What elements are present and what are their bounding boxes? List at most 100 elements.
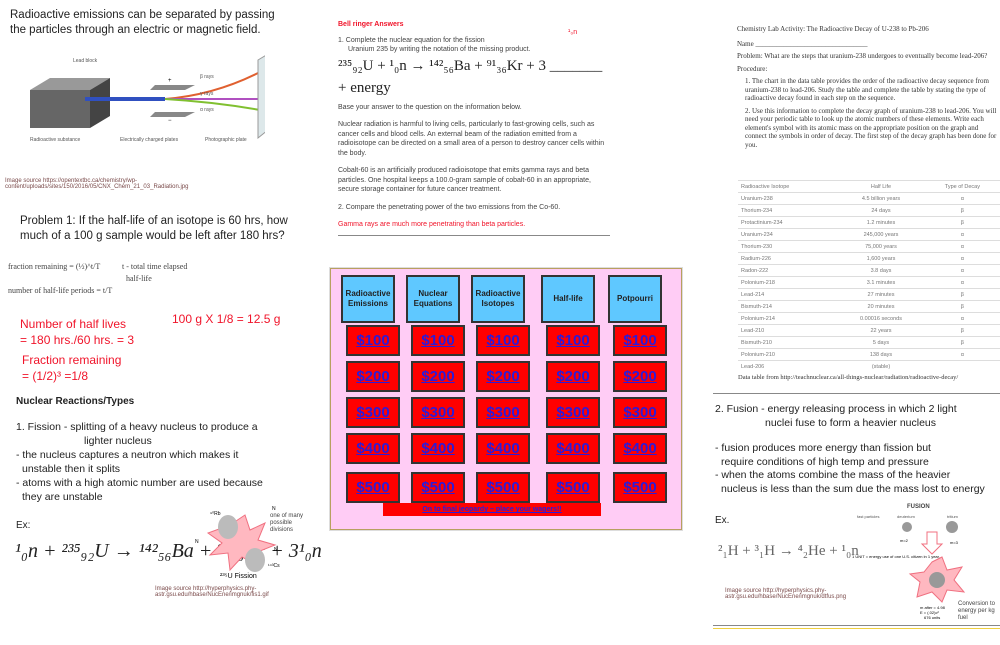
question-cell[interactable]: $500 <box>546 472 600 503</box>
answer-fraction: Fraction remaining = (1/2)³ =1/8 <box>22 352 121 384</box>
table-cell: 0.00016 seconds <box>837 312 925 325</box>
line: Base your answer to the question on the … <box>338 103 522 111</box>
step: 1. The chart in the data table provides … <box>745 77 989 102</box>
question-cell[interactable]: $300 <box>613 397 667 428</box>
line: Number of half lives <box>20 317 127 331</box>
question-cell[interactable]: $500 <box>411 472 465 503</box>
question-cell[interactable]: $500 <box>346 472 400 503</box>
table-cell: 22 years <box>837 324 925 337</box>
table-cell: Thorium-230 <box>738 240 838 253</box>
final-jeopardy-link[interactable]: On to final jeopardy – place your wagers… <box>383 503 601 516</box>
table-cell: Polonium-218 <box>738 276 838 289</box>
question-cell[interactable]: $100 <box>346 325 400 356</box>
question-cell[interactable]: $200 <box>476 361 530 392</box>
table-cell: 27 minutes <box>837 288 925 301</box>
example-label: Ex: <box>16 520 31 531</box>
name-field[interactable]: Name ________________________________ <box>737 40 999 49</box>
label: β rays <box>200 74 214 80</box>
table-cell: β <box>924 336 1000 349</box>
question-cell[interactable]: $200 <box>546 361 600 392</box>
line: - when the atoms combine the mass of the… <box>715 469 951 481</box>
table-cell: α <box>924 276 1000 289</box>
question-cell[interactable]: $500 <box>476 472 530 503</box>
line: content/uploads/sites/150/2016/05/CNX_Ch… <box>5 184 189 190</box>
category-header: Potpourri <box>608 275 662 323</box>
label: tritium <box>947 514 959 519</box>
table-cell: α <box>924 192 1000 205</box>
label: Photographic plate <box>205 137 247 143</box>
procedure: Procedure: <box>737 64 768 73</box>
col-header: Half Life <box>837 180 925 193</box>
table-row: Radon-222 3.8 days α <box>738 264 1000 277</box>
table-cell: 20 minutes <box>837 300 925 313</box>
step: 2. Use this information to complete the … <box>745 106 997 149</box>
table-cell: Radon-222 <box>738 264 838 277</box>
line: astr.gsu.edu/hbase/NucEne/imgnuk/fis1.gi… <box>155 592 269 598</box>
half-life-formula: fraction remaining = (½)^t/T number of h… <box>8 262 258 302</box>
divider <box>713 625 1000 626</box>
doc-title: Chemistry Lab Activity: The Radioactive … <box>737 25 929 33</box>
answer: Gamma rays are much more penetrating tha… <box>338 221 526 228</box>
image-source: Image source http://hyperphysics.phy-ast… <box>725 588 846 600</box>
table-row: Polonium-218 3.1 minutes α <box>738 276 1000 289</box>
jeopardy-board: Radioactive Emissions $100 $200 $300 $400 $50… <box>330 268 682 530</box>
formula: half-life <box>126 274 152 283</box>
question-cell[interactable]: $300 <box>346 397 400 428</box>
line: they are unstable <box>22 491 103 503</box>
col-header: Type of Decay <box>924 180 1000 193</box>
table-cell: 4.5 billion years <box>837 192 925 205</box>
fusion-equation: ²₁H + ³₁H → ⁴₂He + ¹₀n <box>718 543 859 559</box>
section-heading: Nuclear Reactions/Types <box>16 396 135 407</box>
table-row: Thorium-230 75,000 years α <box>738 240 1000 253</box>
table-cell: 245,000 years <box>837 228 925 241</box>
label: 676 units <box>924 615 940 620</box>
intro-line: the particles through an electric or mag… <box>10 24 261 36</box>
formula: t - total time elapsed <box>122 262 188 271</box>
line: - atoms with a high atomic number are us… <box>16 477 263 489</box>
question-cell[interactable]: $400 <box>546 433 600 464</box>
question-cell[interactable]: $400 <box>613 433 667 464</box>
table-cell: Polonium-210 <box>738 348 838 361</box>
label: FUSION <box>907 504 930 510</box>
line: 2. Fusion - energy releasing process in … <box>715 403 957 415</box>
label: γ rays <box>200 91 214 97</box>
line: much of a 100 g sample would be left aft… <box>20 230 285 242</box>
label: ⁹⁰Rb <box>210 511 221 517</box>
table-cell: Protactinium-234 <box>738 216 838 229</box>
label: Electrically charged plates <box>120 137 179 143</box>
problem-1: Problem 1: If the half-life of an isotop… <box>20 214 288 244</box>
label: deuterium <box>897 514 915 519</box>
question-cell[interactable]: $400 <box>411 433 465 464</box>
table-cell: Lead-206 <box>738 360 838 372</box>
question-cell[interactable]: $300 <box>546 397 600 428</box>
answer-half-lives: Number of half lives = 180 hrs./60 hrs. =… <box>20 316 134 348</box>
question-cell[interactable]: $200 <box>613 361 667 392</box>
table-cell: Uranium-238 <box>738 192 838 205</box>
question-cell[interactable]: $100 <box>546 325 600 356</box>
label: − <box>168 118 172 124</box>
question-cell[interactable]: $100 <box>411 325 465 356</box>
table-cell: α <box>924 228 1000 241</box>
radiation-separation-diagram: Lead block β rays γ rays α rays Radioact… <box>30 55 265 143</box>
line: = 180 hrs./60 hrs. = 3 <box>20 333 135 347</box>
question-cell[interactable]: $200 <box>346 361 400 392</box>
question-cell[interactable]: $100 <box>613 325 667 356</box>
example-label: Ex. <box>715 515 730 526</box>
question-cell[interactable]: $300 <box>411 397 465 428</box>
question-cell[interactable]: $200 <box>411 361 465 392</box>
table-row: Lead-210 22 years β <box>738 324 1000 337</box>
table-cell <box>924 360 1000 372</box>
question-cell[interactable]: $400 <box>346 433 400 464</box>
question-cell[interactable]: $400 <box>476 433 530 464</box>
table-cell: Thorium-234 <box>738 204 838 217</box>
table-cell: Bismuth-214 <box>738 300 838 313</box>
question-cell[interactable]: $500 <box>613 472 667 503</box>
category-header: Nuclear Equations <box>406 275 460 323</box>
question-cell[interactable]: $100 <box>476 325 530 356</box>
label: Radioactive substance <box>30 137 81 143</box>
line: lighter nucleus <box>84 435 152 447</box>
table-row: Polonium-214 0.00016 seconds α <box>738 312 1000 325</box>
isotope-table: Radioactive Isotope Half Life Type of Deca… <box>738 180 1000 372</box>
question-cell[interactable]: $300 <box>476 397 530 428</box>
line: Uranium 235 by writing the notation of t… <box>348 46 531 53</box>
